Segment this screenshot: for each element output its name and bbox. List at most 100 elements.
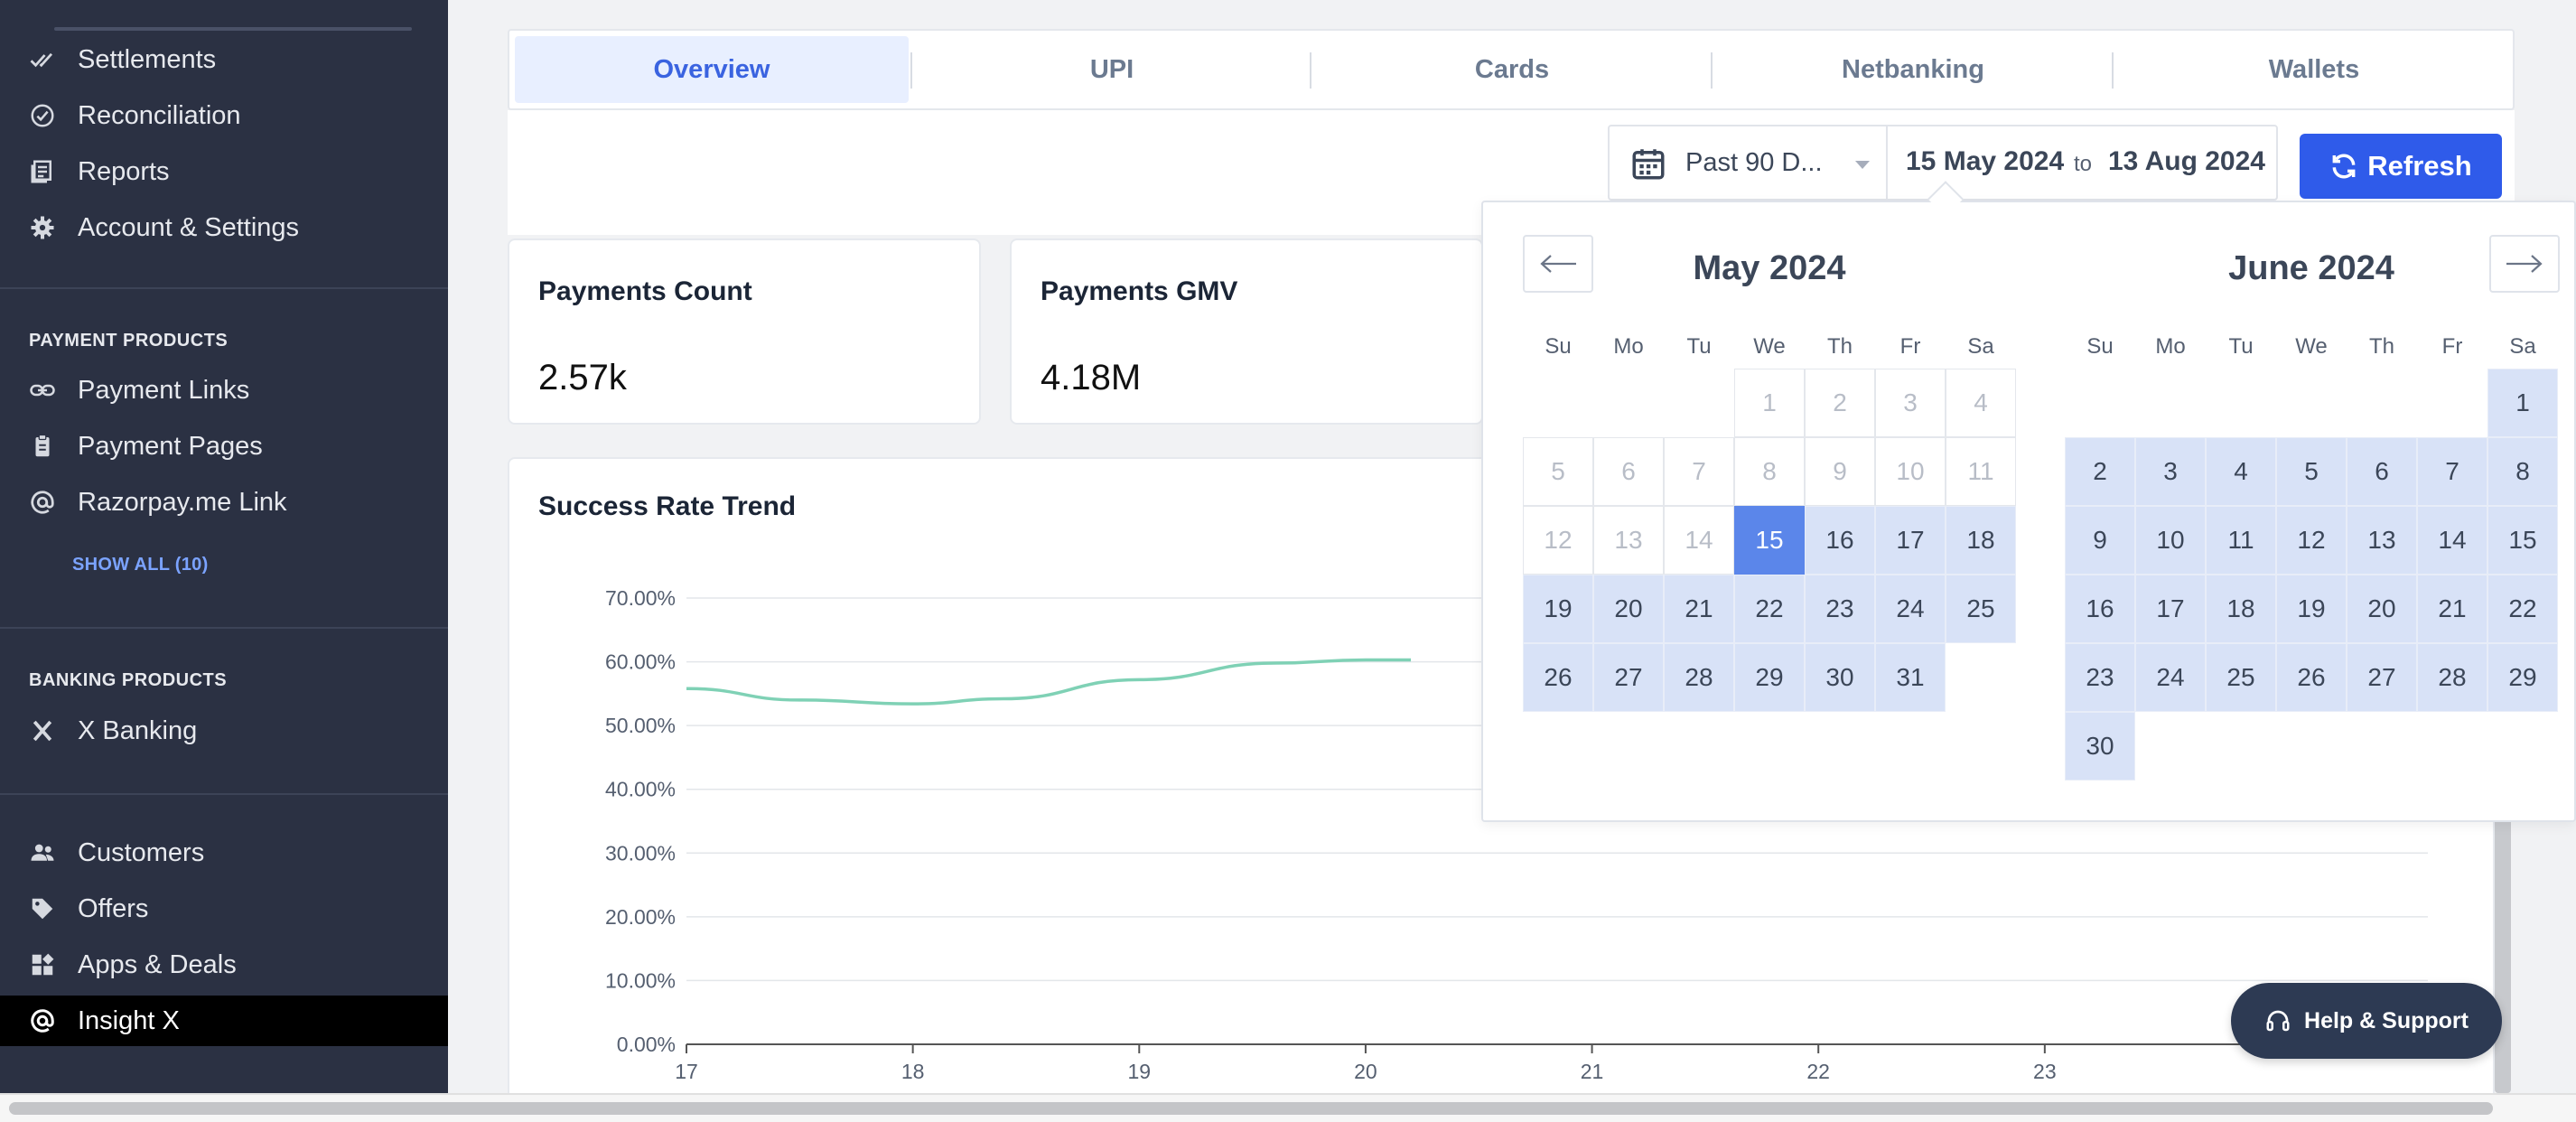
calendar-day[interactable]: 8	[1734, 437, 1805, 506]
sidebar-item-insight-x[interactable]: Insight X	[0, 996, 448, 1046]
sidebar-item-apps-deals[interactable]: Apps & Deals	[0, 940, 448, 990]
show-all-link[interactable]: SHOW ALL (10)	[72, 555, 209, 575]
calendar-day[interactable]: 24	[1875, 575, 1946, 643]
calendar-day[interactable]: 20	[1593, 575, 1664, 643]
calendar-day[interactable]: 17	[1875, 506, 1946, 575]
help-support-button[interactable]: Help & Support	[2231, 983, 2502, 1059]
calendar-day[interactable]: 26	[1523, 643, 1593, 712]
calendar-day[interactable]: 14	[1664, 506, 1734, 575]
weekday-label: Th	[2368, 334, 2394, 359]
calendar-day[interactable]: 13	[2347, 506, 2417, 575]
calendar-day[interactable]: 15	[1734, 506, 1805, 575]
calendar-day[interactable]: 17	[2135, 575, 2206, 643]
calendar-day[interactable]: 8	[2487, 437, 2558, 506]
calendar-day[interactable]: 2	[2065, 437, 2135, 506]
horizontal-scrollbar-thumb[interactable]	[9, 1102, 2493, 1115]
calendar-day[interactable]: 25	[1946, 575, 2016, 643]
sidebar-item-label: Customers	[78, 837, 205, 867]
calendar-day[interactable]: 11	[2206, 506, 2276, 575]
calendar-day[interactable]: 3	[1875, 369, 1946, 437]
tab-cards[interactable]: Cards	[1315, 36, 1709, 103]
calendar-day[interactable]: 5	[1523, 437, 1593, 506]
sidebar-item-reports[interactable]: Reports	[0, 146, 448, 197]
calendar-day[interactable]: 30	[2065, 712, 2135, 781]
horizontal-scrollbar[interactable]	[0, 1093, 2576, 1122]
sidebar-item-customers[interactable]: Customers	[0, 827, 448, 878]
calendar-day[interactable]: 27	[2347, 643, 2417, 712]
calendar-day[interactable]: 1	[1734, 369, 1805, 437]
calendar-day[interactable]: 13	[1593, 506, 1664, 575]
calendar-day[interactable]: 15	[2487, 506, 2558, 575]
sidebar-item-settlements[interactable]: Settlements	[0, 34, 448, 85]
sidebar-divider-top	[54, 27, 412, 31]
calendar-day[interactable]: 2	[1805, 369, 1875, 437]
calendar-day[interactable]: 11	[1946, 437, 2016, 506]
sidebar-item-payment-pages[interactable]: Payment Pages	[0, 421, 448, 472]
sidebar-item-razorpay-me-link[interactable]: Razorpay.me Link	[0, 477, 448, 528]
sidebar-item-label: Payment Links	[78, 375, 250, 405]
success-rate-line	[686, 658, 1412, 706]
sidebar-item-account-settings[interactable]: Account & Settings	[0, 202, 448, 253]
calendar-day[interactable]: 23	[1805, 575, 1875, 643]
sidebar-item-payment-links[interactable]: Payment Links	[0, 365, 448, 416]
tab-separator	[1310, 52, 1311, 89]
calendar-day[interactable]: 18	[2206, 575, 2276, 643]
calendar-day[interactable]: 3	[2135, 437, 2206, 506]
calendar-day[interactable]: 21	[2417, 575, 2487, 643]
calendar-day[interactable]: 10	[1875, 437, 1946, 506]
sidebar-item-label: Payment Pages	[78, 431, 263, 461]
weekday-label: Mo	[1613, 334, 1644, 359]
calendar-day[interactable]: 6	[2347, 437, 2417, 506]
calendar-day[interactable]: 14	[2417, 506, 2487, 575]
calendar-day[interactable]: 12	[1523, 506, 1593, 575]
start-date[interactable]: 15 May 2024	[1906, 146, 2064, 177]
sidebar-item-reconciliation[interactable]: Reconciliation	[0, 90, 448, 141]
calendar-day[interactable]: 18	[1946, 506, 2016, 575]
calendar-day[interactable]: 4	[1946, 369, 2016, 437]
end-date[interactable]: 13 Aug 2024	[2108, 146, 2265, 177]
calendar-day[interactable]: 29	[1734, 643, 1805, 712]
tab-upi[interactable]: UPI	[916, 36, 1308, 103]
calendar-day[interactable]: 31	[1875, 643, 1946, 712]
calendar-day[interactable]: 9	[2065, 506, 2135, 575]
sidebar-item-offers[interactable]: Offers	[0, 884, 448, 934]
calendar-day[interactable]: 7	[1664, 437, 1734, 506]
calendar-day[interactable]: 16	[2065, 575, 2135, 643]
stat-card-payments-gmv: Payments GMV 4.18M	[1010, 238, 1483, 425]
tab-netbanking[interactable]: Netbanking	[1716, 36, 2110, 103]
calendar-day[interactable]: 22	[2487, 575, 2558, 643]
calendar-day[interactable]: 1	[2487, 369, 2558, 437]
calendar-day[interactable]: 16	[1805, 506, 1875, 575]
vertical-scrollbar-thumb[interactable]	[2495, 795, 2511, 1093]
calendar-day[interactable]: 26	[2276, 643, 2347, 712]
calendar-day[interactable]: 29	[2487, 643, 2558, 712]
calendar-day[interactable]: 7	[2417, 437, 2487, 506]
calendar-day[interactable]: 19	[1523, 575, 1593, 643]
calendar-day[interactable]: 10	[2135, 506, 2206, 575]
calendar-day[interactable]: 21	[1664, 575, 1734, 643]
calendar-day[interactable]: 9	[1805, 437, 1875, 506]
tag-icon	[27, 893, 58, 924]
calendar-day[interactable]: 5	[2276, 437, 2347, 506]
date-range-preset-select[interactable]: Past 90 D...	[1608, 125, 1888, 201]
refresh-button[interactable]: Refresh	[2300, 134, 2502, 199]
calendar-day[interactable]: 6	[1593, 437, 1664, 506]
calendar-day[interactable]: 24	[2135, 643, 2206, 712]
sidebar-item-x-banking[interactable]: X Banking	[0, 706, 448, 756]
calendar-day[interactable]: 19	[2276, 575, 2347, 643]
calendar-day[interactable]: 22	[1734, 575, 1805, 643]
calendar-day[interactable]: 30	[1805, 643, 1875, 712]
y-tick-label: 60.00%	[605, 650, 676, 674]
calendar-day[interactable]: 25	[2206, 643, 2276, 712]
tab-overview[interactable]: Overview	[515, 36, 909, 103]
calendar-day[interactable]: 4	[2206, 437, 2276, 506]
calendar-day[interactable]: 27	[1593, 643, 1664, 712]
calendar-day[interactable]: 28	[1664, 643, 1734, 712]
calendar-day[interactable]: 20	[2347, 575, 2417, 643]
page-icon	[27, 431, 58, 462]
tab-wallets[interactable]: Wallets	[2117, 36, 2511, 103]
x-tick-label: 22	[1806, 1060, 1830, 1083]
calendar-day[interactable]: 12	[2276, 506, 2347, 575]
calendar-day[interactable]: 23	[2065, 643, 2135, 712]
calendar-day[interactable]: 28	[2417, 643, 2487, 712]
